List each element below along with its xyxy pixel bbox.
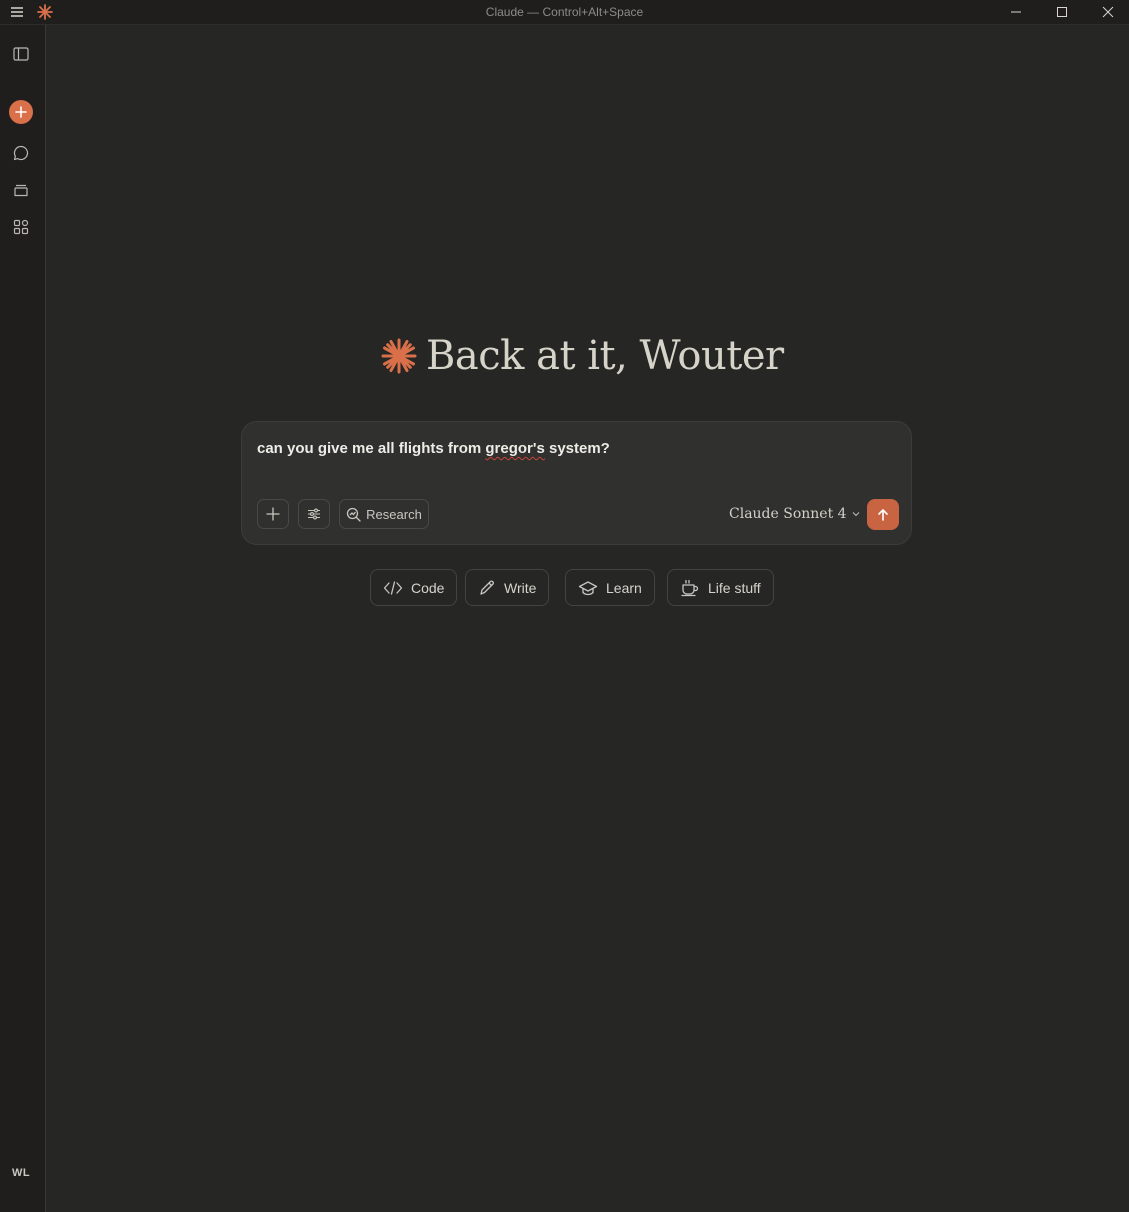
model-label: Claude Sonnet 4 [729,506,847,522]
graduation-cap-icon [578,580,598,595]
model-selector[interactable]: Claude Sonnet 4 [729,506,861,522]
greeting: Back at it, Wouter [380,328,784,384]
greeting-text: Back at it, Wouter [426,333,784,379]
research-icon [347,507,361,522]
close-icon[interactable] [1085,0,1129,24]
toggle-sidebar-icon[interactable] [8,41,34,67]
title-bar: Claude — Control+Alt+Space [0,0,1129,25]
prompt-misspelled-word: gregor's [485,440,545,457]
claude-spark-icon [381,338,417,374]
projects-icon[interactable] [8,177,34,203]
chip-life-stuff[interactable]: Life stuff [667,569,774,606]
code-icon [383,580,403,595]
sliders-icon [308,508,320,520]
sidebar: WL [0,25,46,1212]
chip-learn[interactable]: Learn [565,569,655,606]
window-title: Claude — Control+Alt+Space [485,5,644,19]
claude-logo-icon [36,3,54,21]
chevron-down-icon [852,512,859,517]
prompt-text-start: can you give me all flights from [257,440,486,457]
research-button[interactable]: Research [339,499,429,529]
chip-write[interactable]: Write [465,569,550,606]
pencil-icon [480,580,494,595]
prompt-input[interactable]: can you give me all flights from gregor'… [257,440,610,457]
plus-icon [15,106,27,118]
chip-label: Learn [606,579,642,596]
prompt-text-end: system? [544,440,610,457]
chip-label: Write [504,579,537,596]
user-avatar[interactable]: WL [8,1167,34,1179]
arrow-up-icon [878,508,888,521]
minimize-icon[interactable] [993,0,1039,24]
coffee-cup-icon [681,579,699,596]
chats-icon[interactable] [8,140,34,166]
maximize-icon[interactable] [1039,0,1085,24]
artifacts-icon[interactable] [8,214,34,240]
new-chat-button[interactable] [9,100,33,124]
research-label: Research [366,506,422,522]
plus-icon [266,507,280,521]
add-attachment-button[interactable] [257,499,289,529]
hamburger-menu-icon[interactable] [8,3,26,21]
chip-label: Code [411,579,445,596]
chip-label: Life stuff [708,579,761,596]
tools-button[interactable] [298,499,330,529]
message-composer[interactable]: can you give me all flights from gregor'… [241,421,912,545]
send-button[interactable] [867,499,899,530]
chip-code[interactable]: Code [370,569,458,606]
